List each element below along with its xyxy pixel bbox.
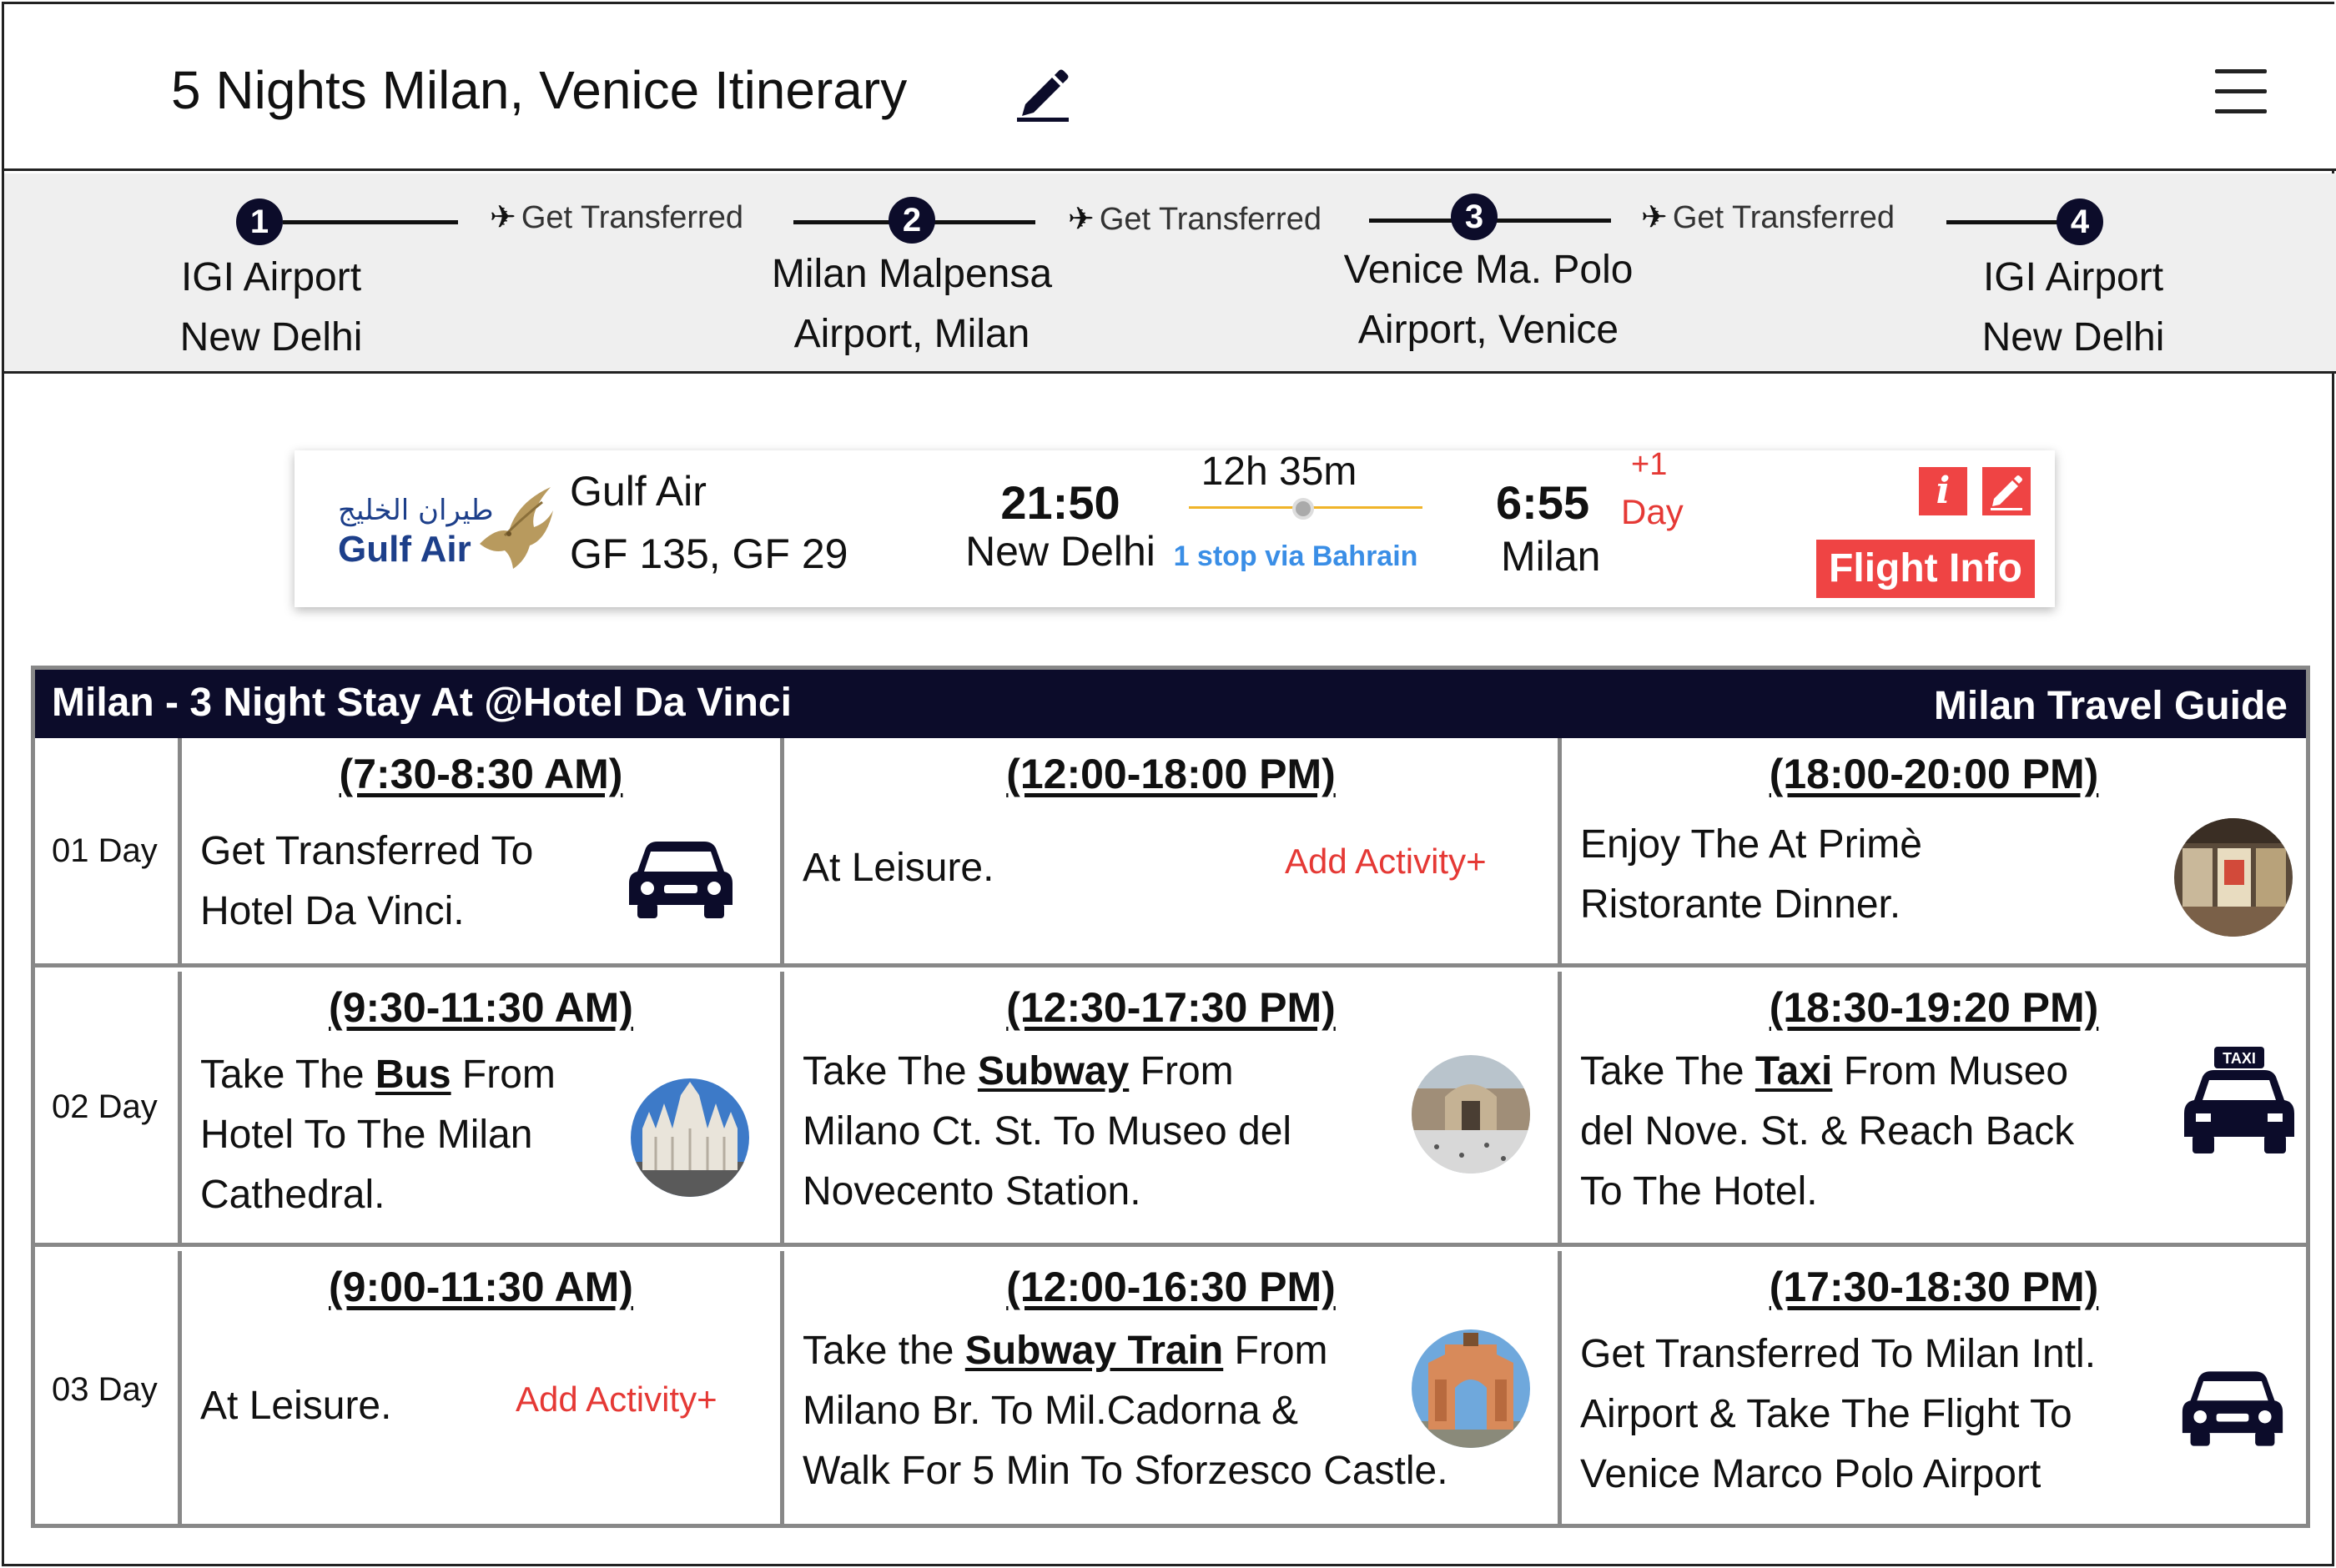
stops-info: 1 stop via Bahrain [1173,540,1418,572]
day-row-1: 01 Day (7:30-8:30 AM) Get Transferred To… [35,738,2306,967]
logo-english-text: Gulf Air [338,529,471,570]
arrival-city: Milan [1501,533,1601,580]
stop-name: Milan Malpensa [771,252,1053,296]
stop-label-3: Venice Ma. Polo Airport, Venice [1301,240,1676,360]
cathedral-photo [631,1078,749,1197]
info-icon[interactable]: i [1919,467,1967,515]
edit-flight-icon[interactable] [1982,467,2031,515]
restaurant-photo [2174,818,2293,937]
day-label: 02 Day [35,972,182,1243]
activity-cell[interactable]: (17:30-18:30 PM) Get Transferred To Mila… [1562,1251,2306,1528]
activity-cell[interactable]: (12:30-17:30 PM) Take The Subway From Mi… [784,972,1562,1243]
activity-cell[interactable]: (18:30-19:20 PM) Take The Taxi From Muse… [1562,972,2306,1243]
activity-cell[interactable]: (12:00-16:30 PM) Take the Subway Train F… [784,1251,1562,1528]
plane-icon: ✈ [1641,200,1668,235]
activity-cell[interactable]: (18:00-20:00 PM) Enjoy The At Primè Rist… [1562,738,2306,963]
departure-time: 21:50 [1000,476,1120,529]
route-strip: 1 ✈ Get Transferred 2 ✈ Get Transferred 3 … [4,173,2336,374]
activity-description: Take the Subway Train From Milano Br. To… [803,1329,1448,1493]
stop-city: New Delhi [1981,315,2165,359]
activity-time: (18:00-20:00 PM) [1769,751,2099,797]
airline-logo: طيران الخليج Gulf Air [338,487,555,582]
plane-icon: ✈ [1068,202,1095,237]
stop-name: IGI Airport [1982,255,2164,299]
falcon-logo-icon [480,487,553,569]
route-line [283,220,458,224]
add-activity-button[interactable]: Add Activity+ [516,1380,717,1420]
car-icon [2182,1371,2283,1446]
car-icon [629,842,733,918]
activity-time: (12:00-18:00 PM) [1006,751,1336,797]
activity-description: Get Transferred To Milan Intl. Airport &… [1580,1332,2097,1496]
day-row-3: 03 Day (9:00-11:30 AM) At Leisure. Add A… [35,1251,2306,1528]
transport-mode[interactable]: Subway [978,1049,1129,1093]
stop-label-1: IGI Airport New Delhi [113,248,430,368]
activity-description: Take The Taxi From Museo del Nove. St. &… [1580,1049,2075,1214]
activity-cell[interactable]: (12:00-18:00 PM) At Leisure. Add Activit… [784,738,1562,963]
day-label: 03 Day [35,1251,182,1528]
stop-name: IGI Airport [180,255,362,299]
page-title: 5 Nights Milan, Venice Itinerary [171,60,908,120]
stop-number-2: 2 [889,197,935,244]
transfer-label-2: ✈ Get Transferred [1068,202,1322,237]
arch-photo [1412,1329,1530,1448]
arrival-plus: +1 [1631,447,1668,482]
flight-duration: 12h 35m [1201,450,1357,494]
stop-city: Airport, Milan [793,312,1030,356]
stop-city: Airport, Venice [1357,308,1619,352]
activity-description: Take The Bus From Hotel To The Milan Cat… [200,1053,556,1217]
flight-card: طيران الخليج Gulf Air Gulf Air GF 135, G… [295,447,2055,607]
taxi-sign-label: TAXI [2223,1050,2256,1067]
stop-label-4: IGI Airport New Delhi [1915,248,2232,368]
pencil-icon [1991,475,2022,510]
activity-time: (18:30-19:20 PM) [1769,984,2099,1031]
transfer-label-3: ✈ Get Transferred [1641,200,1895,235]
museum-photo [1412,1055,1530,1173]
stop-label-2: Milan Malpensa Airport, Milan [728,244,1095,364]
hamburger-menu-icon[interactable] [2215,69,2267,114]
stop-number-3: 3 [1451,193,1498,240]
travel-guide-link[interactable]: Milan Travel Guide [1934,683,2288,729]
activity-cell[interactable]: (7:30-8:30 AM) Get Transferred To Hotel … [182,738,784,963]
stop-city: New Delhi [179,315,363,359]
activity-time: (9:00-11:30 AM) [329,1264,633,1310]
activity-time: (12:30-17:30 PM) [1006,984,1336,1031]
activity-description: At Leisure. [200,1384,392,1428]
add-activity-button[interactable]: Add Activity+ [1285,842,1487,882]
activity-description: Enjoy The At Primè Ristorante Dinner. [1580,822,1922,927]
page-frame: 5 Nights Milan, Venice Itinerary 1 ✈ Get … [2,2,2336,1566]
activity-description: At Leisure. [803,846,994,890]
flight-info-button[interactable]: Flight Info [1816,540,2035,598]
stop-dot [1292,498,1314,520]
stop-number-1: 1 [236,199,283,245]
activity-time: (17:30-18:30 PM) [1769,1264,2099,1310]
transport-mode[interactable]: Taxi [1755,1049,1832,1093]
transfer-label-1: ✈ Get Transferred [490,200,743,235]
transport-mode[interactable]: Subway Train [965,1329,1223,1373]
activity-time: (12:00-16:30 PM) [1006,1264,1336,1310]
itinerary-header: Milan - 3 Night Stay At @Hotel Da Vinci … [35,670,2306,738]
plane-icon: ✈ [490,200,516,235]
activity-cell[interactable]: (9:30-11:30 AM) Take The Bus From Hotel … [182,972,784,1243]
pencil-edit-icon[interactable] [1014,63,1070,123]
activity-description: Take The Subway From Milano Ct. St. To M… [803,1049,1292,1214]
arrival-time: 6:55 [1496,476,1590,529]
itinerary-table: Milan - 3 Night Stay At @Hotel Da Vinci … [31,666,2310,1528]
stay-heading: Milan - 3 Night Stay At @Hotel Da Vinci [52,681,792,725]
airline-name: Gulf Air [570,468,707,515]
arrival-plus-label: Day [1621,492,1684,531]
activity-cell[interactable]: (9:00-11:30 AM) At Leisure. Add Activity… [182,1251,784,1528]
flight-numbers: GF 135, GF 29 [570,530,848,577]
top-header: 5 Nights Milan, Venice Itinerary [4,4,2336,171]
taxi-icon: TAXI [2184,1047,2294,1153]
activity-time: (7:30-8:30 AM) [339,751,623,797]
stop-number-4: 4 [2057,199,2103,245]
activity-time: (9:30-11:30 AM) [329,984,633,1031]
logo-arabic-text: طيران الخليج [338,494,494,527]
stop-name: Venice Ma. Polo [1343,248,1634,292]
transport-mode[interactable]: Bus [375,1053,451,1097]
day-row-2: 02 Day (9:30-11:30 AM) Take The Bus From… [35,972,2306,1247]
activity-description: Get Transferred To Hotel Da Vinci. [200,829,534,933]
day-label: 01 Day [35,738,182,963]
